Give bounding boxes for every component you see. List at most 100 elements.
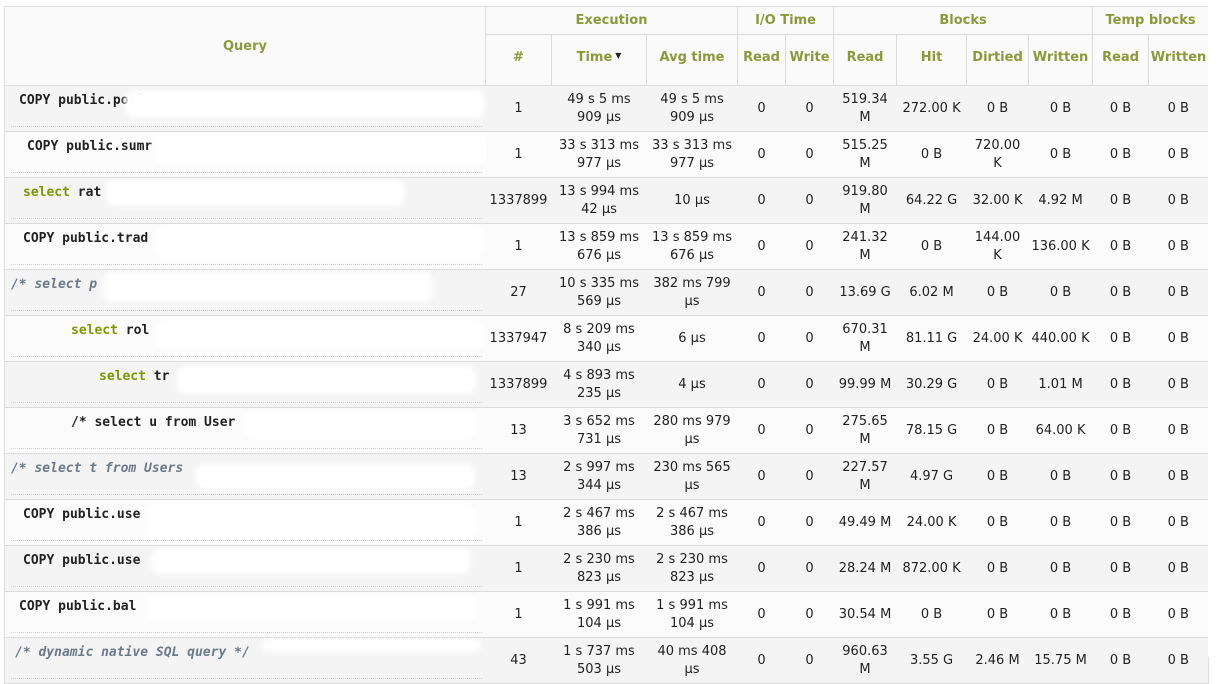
table-row: /* select p 27 10 s 335 ms 569 µs 382 ms 79… [4,269,1210,316]
column-header-blocks-hit[interactable]: Hit [896,34,968,86]
cell-tmp-read: 0 B [1092,407,1149,454]
cell-time: 1 s 737 ms 503 µs [551,637,647,684]
column-header-query[interactable]: Query [4,6,486,86]
cell-tmp-written: 0 B [1148,361,1210,408]
query-cell[interactable]: /* select t from Users [4,453,486,500]
cell-tmp-read: 0 B [1092,545,1149,592]
column-header-count[interactable]: # [485,34,552,86]
query-cell[interactable]: COPY public.posi [4,85,486,132]
cell-read: 227.57 M [833,453,897,500]
cell-hit: 3.55 G [896,637,967,684]
cell-avg: 230 ms 565 µs [646,453,738,500]
query-cell[interactable]: /* select p [4,269,486,316]
redacted-query-area [145,504,475,538]
query-cell[interactable]: COPY public.use [4,499,486,546]
column-header-temp-read[interactable]: Read [1092,34,1150,86]
cell-written: 0 B [1028,499,1093,546]
cell-count: 1 [485,591,552,638]
redacted-query-area [155,320,485,350]
cell-time: 8 s 209 ms 340 µs [551,315,647,362]
cell-time: 2 s 997 ms 344 µs [551,453,647,500]
cell-read: 49.49 M [833,499,897,546]
cell-dirtied: 32.00 K [966,177,1029,224]
cell-time: 2 s 230 ms 823 µs [551,545,647,592]
cell-avg: 280 ms 979 µs [646,407,738,454]
cell-written: 136.00 K [1028,223,1093,270]
cell-io-read: 0 [737,315,786,362]
cell-read: 28.24 M [833,545,897,592]
query-text: COPY public.use [23,506,140,524]
cell-count: 27 [485,269,552,316]
cell-time: 13 s 994 ms 42 µs [551,177,647,224]
column-header-blocks-read[interactable]: Read [833,34,898,86]
query-cell[interactable]: select rat [4,177,486,224]
cell-tmp-written: 0 B [1148,637,1210,684]
cell-time: 2 s 467 ms 386 µs [551,499,647,546]
cell-hit: 0 B [896,591,967,638]
cell-io-read: 0 [737,637,786,684]
cell-hit: 0 B [896,131,967,178]
table-row: /* dynamic native SQL query */ 43 1 s 737 … [4,637,1210,684]
cell-avg: 33 s 313 ms 977 µs [646,131,738,178]
cell-hit: 64.22 G [896,177,967,224]
cell-io-write: 0 [785,499,834,546]
query-cell[interactable]: COPY public.sumr [4,131,486,178]
column-header-io-read[interactable]: Read [737,34,787,86]
cell-tmp-read: 0 B [1092,591,1149,638]
column-header-avg-time[interactable]: Avg time [645,34,739,86]
redacted-query-area [105,180,405,206]
query-cell[interactable]: COPY public.trad [4,223,486,270]
cell-tmp-read: 0 B [1092,361,1149,408]
cell-dirtied: 0 B [966,545,1029,592]
query-cell[interactable]: COPY public.use [4,545,486,592]
cell-dirtied: 0 B [966,407,1029,454]
cell-tmp-read: 0 B [1092,637,1149,684]
cell-io-write: 0 [785,637,834,684]
cell-read: 241.32 M [833,223,897,270]
cell-tmp-written: 0 B [1148,453,1210,500]
column-header-blocks-dirtied[interactable]: Dirtied [966,34,1030,86]
redacted-query-area [195,464,475,490]
cell-tmp-read: 0 B [1092,499,1149,546]
column-header-time-label: Time [576,49,613,65]
cell-dirtied: 0 B [966,269,1029,316]
cell-time: 3 s 652 ms 731 µs [551,407,647,454]
query-cell[interactable]: select rol [4,315,486,362]
cell-count: 13 [485,453,552,500]
cell-io-write: 0 [785,177,834,224]
cell-avg: 10 µs [646,177,738,224]
query-cell[interactable]: /* select u from User [4,407,486,454]
column-header-time[interactable]: Time ▼ [551,34,647,86]
query-underline [11,586,482,587]
cell-avg: 4 µs [646,361,738,408]
cell-avg: 49 s 5 ms 909 µs [646,85,738,132]
query-cell[interactable]: COPY public.bal [4,591,486,638]
query-text: /* select t from Users [11,460,183,478]
query-snippet: tr [145,369,170,384]
query-text: COPY public.sumr [27,138,152,156]
table-row: COPY public.posi 1 49 s 5 ms 909 µs 49 s 5 … [4,85,1210,132]
query-cell[interactable]: select tr [4,361,486,408]
header-group-blocks: Blocks [833,6,1094,35]
cell-written: 0 B [1028,591,1093,638]
column-header-temp-written[interactable]: Written [1148,34,1210,86]
column-header-io-write[interactable]: Write [785,34,835,86]
query-text: /* dynamic native SQL query */ [15,644,250,662]
sort-descending-icon: ▼ [615,50,622,60]
column-header-blocks-written[interactable]: Written [1028,34,1094,86]
query-underline [11,402,482,403]
cell-read: 99.99 M [833,361,897,408]
cell-time: 49 s 5 ms 909 µs [551,85,647,132]
cell-tmp-written: 0 B [1148,269,1210,316]
cell-read: 919.80 M [833,177,897,224]
cell-io-write: 0 [785,315,834,362]
cell-count: 1 [485,499,552,546]
redacted-query-area [245,410,475,440]
query-stats-table: Query Execution I/O Time Blocks Temp blo… [4,6,1210,684]
cell-tmp-written: 0 B [1148,591,1210,638]
cell-count: 43 [485,637,552,684]
query-cell[interactable]: /* dynamic native SQL query */ [4,637,486,684]
header-group-row: Query Execution I/O Time Blocks Temp blo… [4,6,1210,86]
cell-tmp-written: 0 B [1148,407,1210,454]
page-margin [1208,0,1228,657]
